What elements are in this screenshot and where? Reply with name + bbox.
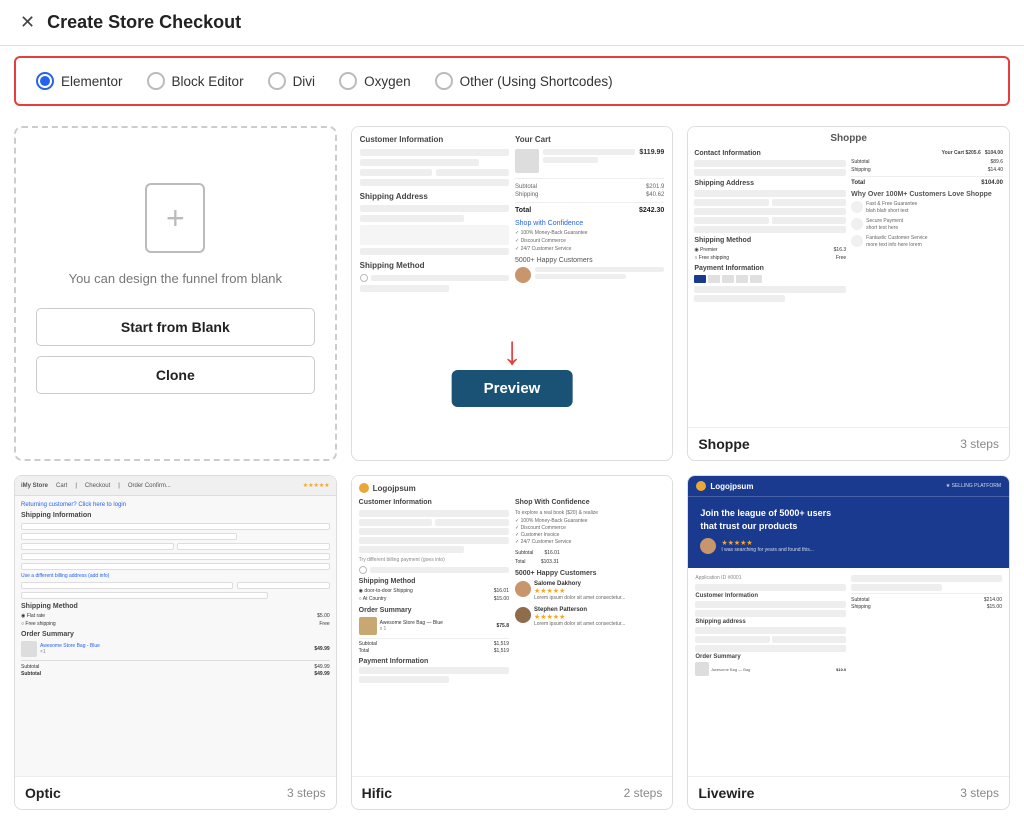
radio-divi-label: Divi bbox=[293, 74, 316, 89]
template-preview-checkout: Customer Information Shipping Address Sh… bbox=[352, 127, 673, 427]
radio-other[interactable]: Other (Using Shortcodes) bbox=[435, 72, 613, 90]
template-grid: You can design the funnel from blank Sta… bbox=[0, 116, 1024, 824]
radio-oxygen-circle bbox=[339, 72, 357, 90]
radio-other-circle bbox=[435, 72, 453, 90]
shoppe-name: Shoppe bbox=[698, 436, 749, 452]
radio-other-label: Other (Using Shortcodes) bbox=[460, 74, 613, 89]
livewire-steps: 3 steps bbox=[960, 786, 999, 800]
editor-selector: Elementor Block Editor Divi Oxygen Other… bbox=[14, 56, 1010, 106]
template-preview-livewire: Logojpsum ★ SELLING PLATFORM Join the le… bbox=[688, 476, 1009, 776]
header: ✕ Create Store Checkout bbox=[0, 0, 1024, 46]
radio-divi[interactable]: Divi bbox=[268, 72, 316, 90]
radio-elementor[interactable]: Elementor bbox=[36, 72, 123, 90]
template-preview-optic: iMy Store Cart | Checkout | Order Confir… bbox=[15, 476, 336, 776]
start-from-blank-button[interactable]: Start from Blank bbox=[36, 308, 315, 346]
radio-block-editor-circle bbox=[147, 72, 165, 90]
template-card-shoppe[interactable]: Shoppe Contact Information Shipping Addr… bbox=[687, 126, 1010, 461]
template-preview-shoppe: Shoppe Contact Information Shipping Addr… bbox=[688, 127, 1009, 427]
red-arrow: ↓ bbox=[502, 331, 522, 371]
template-card-livewire[interactable]: Logojpsum ★ SELLING PLATFORM Join the le… bbox=[687, 475, 1010, 810]
livewire-card-footer: Livewire 3 steps bbox=[688, 776, 1009, 809]
radio-block-editor-label: Block Editor bbox=[172, 74, 244, 89]
clone-button[interactable]: Clone bbox=[36, 356, 315, 394]
optic-name: Optic bbox=[25, 785, 61, 801]
template-card-hific[interactable]: Logojpsum Customer Information Try diff bbox=[351, 475, 674, 810]
optic-steps: 3 steps bbox=[287, 786, 326, 800]
blank-icon bbox=[145, 183, 205, 253]
template-card-checkout[interactable]: Customer Information Shipping Address Sh… bbox=[351, 126, 674, 461]
hific-steps: 2 steps bbox=[624, 786, 663, 800]
close-button[interactable]: ✕ bbox=[20, 12, 35, 33]
blank-description: You can design the funnel from blank bbox=[69, 271, 282, 286]
template-card-optic[interactable]: iMy Store Cart | Checkout | Order Confir… bbox=[14, 475, 337, 810]
radio-oxygen-label: Oxygen bbox=[364, 74, 411, 89]
radio-elementor-circle bbox=[36, 72, 54, 90]
hific-name: Hific bbox=[362, 785, 392, 801]
radio-oxygen[interactable]: Oxygen bbox=[339, 72, 411, 90]
hific-card-footer: Hific 2 steps bbox=[352, 776, 673, 809]
radio-elementor-label: Elementor bbox=[61, 74, 123, 89]
blank-card: You can design the funnel from blank Sta… bbox=[14, 126, 337, 461]
radio-divi-circle bbox=[268, 72, 286, 90]
livewire-name: Livewire bbox=[698, 785, 754, 801]
preview-button[interactable]: Preview bbox=[452, 370, 573, 407]
page-title: Create Store Checkout bbox=[47, 12, 241, 33]
shoppe-steps: 3 steps bbox=[960, 437, 999, 451]
optic-card-footer: Optic 3 steps bbox=[15, 776, 336, 809]
shoppe-card-footer: Shoppe 3 steps bbox=[688, 427, 1009, 460]
template-preview-hific: Logojpsum Customer Information Try diff bbox=[352, 476, 673, 776]
radio-block-editor[interactable]: Block Editor bbox=[147, 72, 244, 90]
